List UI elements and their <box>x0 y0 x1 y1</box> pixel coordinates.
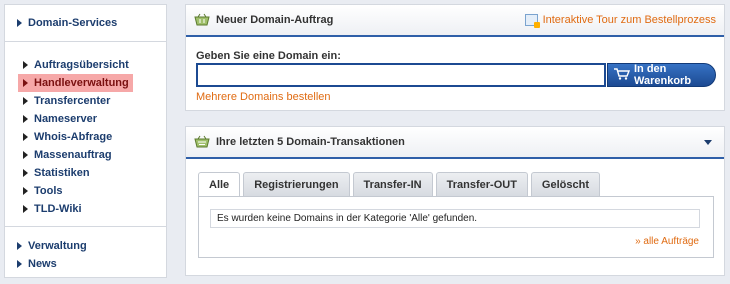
new-domain-order-panel: Neuer Domain-Auftrag Interaktive Tour zu… <box>185 4 725 111</box>
sidebar: Domain-Services Auftragsübersicht Handle… <box>4 4 167 278</box>
sidebar-item-transfercenter[interactable]: Transfercenter <box>5 92 166 110</box>
chevron-right-icon <box>23 205 28 213</box>
add-to-cart-button[interactable]: In den Warenkorb <box>607 63 716 87</box>
domain-input[interactable] <box>196 63 606 87</box>
sidebar-item-tld-wiki[interactable]: TLD-Wiki <box>5 200 166 218</box>
panel-header: Neuer Domain-Auftrag Interaktive Tour zu… <box>186 5 724 37</box>
add-to-cart-label: In den Warenkorb <box>634 63 692 87</box>
tab-geloescht[interactable]: Gelöscht <box>530 172 600 196</box>
sidebar-item-nameserver[interactable]: Nameserver <box>5 110 166 128</box>
chevron-down-icon[interactable] <box>704 139 712 145</box>
sidebar-item-label: Transfercenter <box>34 95 111 107</box>
sidebar-nav: Auftragsübersicht Handleverwaltung Trans… <box>5 42 166 218</box>
transaction-tabs: Alle Registrierungen Transfer-IN Transfe… <box>198 172 603 197</box>
sidebar-item-handleverwaltung[interactable]: Handleverwaltung <box>18 74 133 92</box>
shopping-cart-icon <box>614 67 631 83</box>
tour-icon <box>524 14 540 28</box>
chevron-right-icon <box>23 79 28 87</box>
chevron-right-icon <box>17 19 22 27</box>
sidebar-item-label: TLD-Wiki <box>34 203 82 215</box>
domain-input-label: Geben Sie eine Domain ein: <box>196 50 341 62</box>
recent-transactions-panel: Ihre letzten 5 Domain-Transaktionen Alle… <box>185 126 725 276</box>
tab-content: Es wurden keine Domains in der Kategorie… <box>198 196 714 258</box>
tab-alle[interactable]: Alle <box>198 172 241 197</box>
chevron-right-icon <box>23 97 28 105</box>
chevron-right-icon <box>23 151 28 159</box>
sidebar-item-tools[interactable]: Tools <box>5 182 166 200</box>
sidebar-item-label: Statistiken <box>34 167 90 179</box>
empty-message: Es wurden keine Domains in der Kategorie… <box>210 209 700 228</box>
tab-transfer-in[interactable]: Transfer-IN <box>352 172 433 196</box>
interactive-tour-link[interactable]: Interaktive Tour zum Bestellprozess <box>524 14 716 28</box>
chevron-right-icon <box>23 133 28 141</box>
chevron-right-icon <box>23 61 28 69</box>
sidebar-item-label: Whois-Abfrage <box>34 131 113 143</box>
tour-link-label: Interaktive Tour zum Bestellprozess <box>542 14 716 26</box>
sidebar-divider <box>5 226 166 237</box>
sidebar-item-massenauftrag[interactable]: Massenauftrag <box>5 146 166 164</box>
chevron-right-icon <box>23 115 28 123</box>
sidebar-item-label: Nameserver <box>34 113 97 125</box>
panel-title: Neuer Domain-Auftrag <box>216 14 334 26</box>
sidebar-item-news[interactable]: News <box>5 255 166 273</box>
sidebar-item-label: Handleverwaltung <box>34 77 129 89</box>
sidebar-item-statistiken[interactable]: Statistiken <box>5 164 166 182</box>
sidebar-item-label: Massenauftrag <box>34 149 112 161</box>
sidebar-item-verwaltung[interactable]: Verwaltung <box>5 237 166 255</box>
sidebar-item-auftragsuebersicht[interactable]: Auftragsübersicht <box>5 56 166 74</box>
sidebar-item-label: Tools <box>34 185 63 197</box>
sidebar-item-label: Auftragsübersicht <box>34 59 129 71</box>
sidebar-header[interactable]: Domain-Services <box>5 5 166 42</box>
chevron-right-icon <box>17 260 22 268</box>
chevron-right-icon <box>23 187 28 195</box>
basket-plus-icon <box>194 13 210 27</box>
chevron-right-icon <box>23 169 28 177</box>
sidebar-item-whois-abfrage[interactable]: Whois-Abfrage <box>5 128 166 146</box>
panel-title: Ihre letzten 5 Domain-Transaktionen <box>216 136 405 148</box>
tab-transfer-out[interactable]: Transfer-OUT <box>435 172 528 196</box>
sidebar-item-label: Verwaltung <box>28 240 87 252</box>
order-multiple-domains-link[interactable]: Mehrere Domains bestellen <box>196 91 331 103</box>
chevron-right-icon <box>17 242 22 250</box>
basket-list-icon <box>194 135 210 149</box>
sidebar-header-label: Domain-Services <box>28 17 118 29</box>
sidebar-item-label: News <box>28 258 57 270</box>
tab-registrierungen[interactable]: Registrierungen <box>243 172 350 196</box>
panel-header: Ihre letzten 5 Domain-Transaktionen <box>186 127 724 159</box>
all-orders-link[interactable]: » alle Aufträge <box>635 236 699 247</box>
